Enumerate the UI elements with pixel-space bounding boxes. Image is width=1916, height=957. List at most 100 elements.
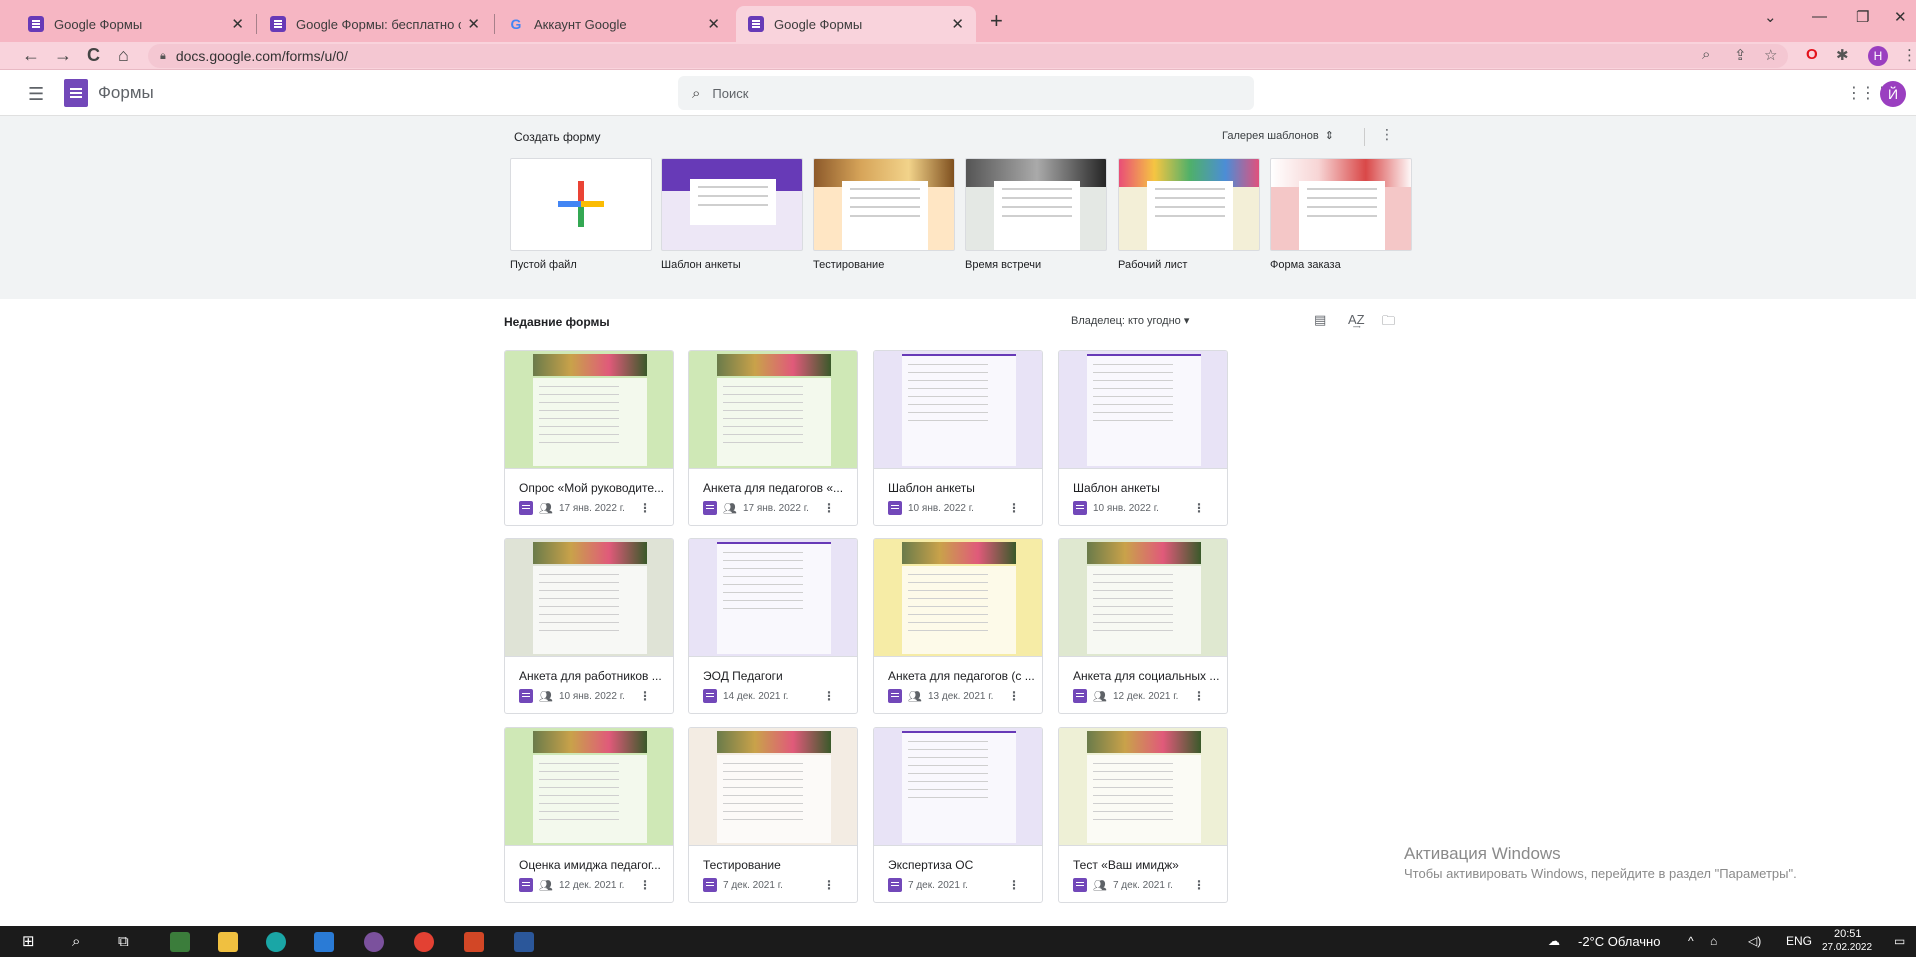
browser-tab[interactable]: Google Формы: бесплатно созд ✕	[258, 6, 492, 42]
share-icon[interactable]: ⇪	[1734, 46, 1747, 64]
template-order[interactable]: Форма заказа	[1270, 158, 1412, 271]
form-card[interactable]: Оценка имиджа педагог... 👥︎ 12 дек. 2021 г…	[504, 727, 674, 903]
search-icon[interactable]: ⌕	[72, 931, 80, 953]
template-quiz[interactable]: Тестирование	[813, 158, 955, 271]
weather-text[interactable]: -2°C Облачно	[1578, 934, 1660, 949]
form-thumbnail[interactable]	[689, 539, 857, 657]
template-blank[interactable]: Пустой файл	[510, 158, 652, 271]
form-thumbnail[interactable]	[505, 728, 673, 846]
form-thumbnail[interactable]	[505, 351, 673, 469]
browser-menu-icon[interactable]: ⋮	[1902, 46, 1916, 64]
browser-tab[interactable]: Google Формы ✕	[16, 6, 256, 42]
network-icon[interactable]: ⌂	[1710, 934, 1717, 948]
template-thumbnail[interactable]	[661, 158, 803, 251]
window-close-button[interactable]: ✕	[1894, 8, 1907, 26]
forward-icon[interactable]: →	[54, 45, 72, 66]
form-thumbnail[interactable]	[505, 539, 673, 657]
restore-button[interactable]: ❐	[1856, 8, 1869, 26]
form-card[interactable]: ЭОД Педагоги 14 дек. 2021 г. ⋮	[688, 538, 858, 714]
chrome-icon[interactable]	[414, 932, 434, 952]
tab-search-icon[interactable]: ⌄	[1764, 8, 1777, 26]
more-options-icon[interactable]: ⋮	[1008, 878, 1020, 892]
profile-avatar[interactable]: Н	[1868, 46, 1888, 66]
clock-time[interactable]: 20:51	[1834, 928, 1862, 940]
chevron-up-icon[interactable]: ^	[1688, 934, 1694, 948]
powerpoint-icon[interactable]	[464, 932, 484, 952]
close-icon[interactable]: ✕	[467, 15, 480, 33]
form-card[interactable]: Шаблон анкеты 10 янв. 2022 г. ⋮	[1058, 350, 1228, 526]
sort-az-icon[interactable]: A͢Z	[1348, 312, 1365, 327]
owner-filter-dropdown[interactable]: Владелец: кто угодно ▾	[1071, 314, 1189, 327]
template-thumbnail[interactable]	[510, 158, 652, 251]
template-survey[interactable]: Шаблон анкеты	[661, 158, 803, 271]
folder-icon[interactable]: 🗀︎	[1382, 312, 1395, 334]
more-options-icon[interactable]: ⋮	[1008, 689, 1020, 703]
form-thumbnail[interactable]	[874, 728, 1042, 846]
app-title[interactable]: Формы	[98, 83, 154, 103]
opera-extension-icon[interactable]: O	[1806, 46, 1818, 63]
volume-icon[interactable]: ◁)	[1748, 934, 1761, 948]
clock-date[interactable]: 27.02.2022	[1822, 942, 1872, 953]
form-thumbnail[interactable]	[689, 351, 857, 469]
form-thumbnail[interactable]	[1059, 539, 1227, 657]
more-options-icon[interactable]: ⋮	[1008, 501, 1020, 515]
form-thumbnail[interactable]	[874, 351, 1042, 469]
template-thumbnail[interactable]	[813, 158, 955, 251]
edge-icon[interactable]	[266, 932, 286, 952]
form-card[interactable]: Экспертиза ОС 7 дек. 2021 г. ⋮	[873, 727, 1043, 903]
task-view-icon[interactable]: ⧉	[118, 931, 129, 953]
more-options-icon[interactable]: ⋮	[823, 501, 835, 515]
weather-icon[interactable]: ☁	[1548, 934, 1560, 948]
template-worksheet[interactable]: Рабочий лист	[1118, 158, 1260, 271]
form-card[interactable]: Анкета для педагогов (с ... 👥︎ 13 дек. 202…	[873, 538, 1043, 714]
list-view-icon[interactable]: ▤	[1314, 312, 1326, 328]
more-options-icon[interactable]: ⋮	[639, 689, 651, 703]
more-options-icon[interactable]: ⋮	[823, 689, 835, 703]
search-input[interactable]: ⌕ Поиск	[678, 76, 1254, 110]
form-card[interactable]: Анкета для работников ... 👥︎ 10 янв. 2022 …	[504, 538, 674, 714]
more-options-icon[interactable]: ⋮	[1193, 878, 1205, 892]
more-options-icon[interactable]: ⋮	[639, 878, 651, 892]
browser-tab[interactable]: G Аккаунт Google ✕	[496, 6, 732, 42]
language-indicator[interactable]: ENG	[1786, 934, 1812, 948]
more-options-icon[interactable]: ⋮	[639, 501, 651, 515]
more-options-icon[interactable]: ⋮	[1193, 501, 1205, 515]
template-thumbnail[interactable]	[1118, 158, 1260, 251]
mail-icon[interactable]	[314, 932, 334, 952]
close-icon[interactable]: ✕	[951, 15, 964, 33]
template-meeting[interactable]: Время встречи	[965, 158, 1107, 271]
form-thumbnail[interactable]	[689, 728, 857, 846]
notifications-icon[interactable]: ▭	[1894, 934, 1905, 948]
more-options-icon[interactable]: ⋮	[1193, 689, 1205, 703]
main-menu-icon[interactable]: ☰	[28, 84, 44, 105]
new-tab-button[interactable]: +	[990, 8, 1003, 34]
minimize-button[interactable]: —	[1812, 8, 1827, 25]
form-card[interactable]: Опрос «Мой руководите... 👥︎ 17 янв. 2022 г…	[504, 350, 674, 526]
form-card[interactable]: Анкета для социальных ... 👥︎ 12 дек. 2021 …	[1058, 538, 1228, 714]
close-icon[interactable]: ✕	[231, 15, 244, 33]
browser-tab-active[interactable]: Google Формы ✕	[736, 6, 976, 42]
more-options-icon[interactable]: ⋮	[1380, 126, 1394, 143]
file-explorer-icon[interactable]	[218, 932, 238, 952]
account-avatar[interactable]: Й	[1880, 81, 1906, 107]
reload-icon[interactable]: C	[87, 45, 100, 66]
address-bar[interactable]: 🔒︎ docs.google.com/forms/u/0/	[148, 44, 1788, 68]
viber-icon[interactable]	[364, 932, 384, 952]
form-card[interactable]: Анкета для педагогов «... 👥︎ 17 янв. 2022 …	[688, 350, 858, 526]
form-card[interactable]: Тест «Ваш имидж» 👥︎ 7 дек. 2021 г. ⋮	[1058, 727, 1228, 903]
back-icon[interactable]: ←	[22, 45, 40, 66]
form-card[interactable]: Тестирование 7 дек. 2021 г. ⋮	[688, 727, 858, 903]
forms-logo-icon[interactable]	[64, 79, 88, 107]
template-thumbnail[interactable]	[965, 158, 1107, 251]
form-thumbnail[interactable]	[1059, 351, 1227, 469]
bookmark-star-icon[interactable]: ☆	[1764, 46, 1777, 64]
calculator-icon[interactable]	[170, 932, 190, 952]
close-icon[interactable]: ✕	[707, 15, 720, 33]
home-icon[interactable]: ⌂	[118, 45, 129, 66]
form-thumbnail[interactable]	[874, 539, 1042, 657]
form-card[interactable]: Шаблон анкеты 10 янв. 2022 г. ⋮	[873, 350, 1043, 526]
zoom-icon[interactable]: ⌕	[1702, 46, 1710, 63]
word-icon[interactable]	[514, 932, 534, 952]
more-options-icon[interactable]: ⋮	[823, 878, 835, 892]
windows-start-icon[interactable]: ⊞	[22, 931, 35, 953]
